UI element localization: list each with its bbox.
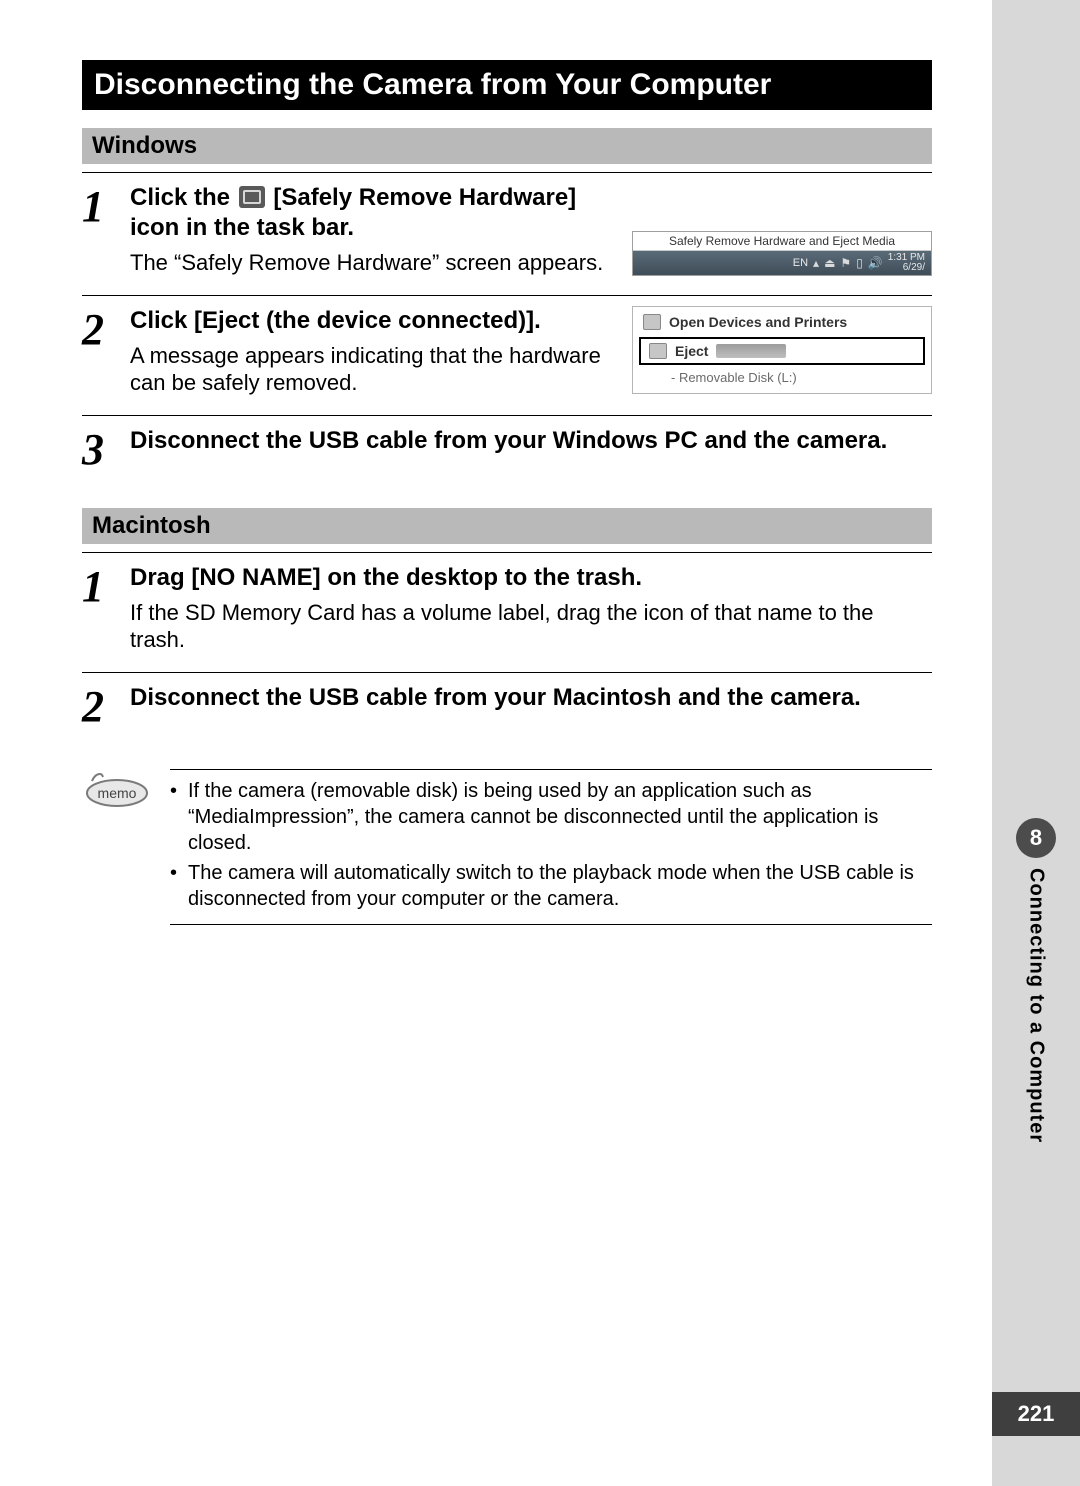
tray-date: 6/29/: [903, 262, 925, 273]
menu-row-eject-highlighted: Eject: [639, 337, 925, 365]
step-heading: Disconnect the USB cable from your Windo…: [130, 426, 932, 456]
open-devices-label: Open Devices and Printers: [669, 314, 847, 330]
tray-up-icon: ▴: [813, 256, 819, 270]
step-description: A message appears indicating that the ha…: [130, 342, 618, 397]
windows-subheader: Windows: [82, 128, 932, 164]
safely-remove-hardware-icon: [239, 186, 265, 208]
system-tray: EN ▴ ⏏ ⚑ ▯ 🔊 1:31 PM 6/29/: [633, 251, 931, 275]
step-number: 3: [82, 426, 130, 472]
memo-badge-icon: memo: [82, 769, 152, 809]
memo-block: memo •If the camera (removable disk) is …: [82, 769, 932, 925]
step: 1 Drag [NO NAME] on the desktop to the t…: [82, 553, 932, 672]
tray-network-icon: ▯: [856, 256, 863, 270]
step-number: 2: [82, 306, 130, 397]
memo-text: The camera will automatically switch to …: [188, 860, 932, 912]
step-number: 1: [82, 183, 130, 277]
balloon-tooltip-text: Safely Remove Hardware and Eject Media: [633, 232, 931, 251]
memo-item: •If the camera (removable disk) is being…: [170, 778, 932, 856]
step-number: 2: [82, 683, 130, 729]
tray-clock: 1:31 PM 6/29/: [888, 253, 925, 273]
step-heading: Click [Eject (the device connected)].: [130, 306, 618, 336]
chapter-number-badge: 8: [1016, 818, 1056, 858]
memo-list: •If the camera (removable disk) is being…: [170, 769, 932, 925]
removable-disk-label: - Removable Disk (L:): [633, 365, 931, 393]
step: 2 Disconnect the USB cable from your Mac…: [82, 672, 932, 747]
eject-label: Eject: [675, 343, 708, 359]
step-description: The “Safely Remove Hardware” screen appe…: [130, 249, 618, 277]
side-tab: 8 Connecting to a Computer: [992, 818, 1080, 1143]
tray-speaker-icon: 🔊: [868, 256, 883, 270]
screenshot-taskbar: Safely Remove Hardware and Eject Media E…: [632, 183, 932, 277]
chapter-label: Connecting to a Computer: [1025, 868, 1048, 1143]
screenshot-eject-menu: Open Devices and Printers Eject - Remova…: [632, 306, 932, 397]
page-content: Disconnecting the Camera from Your Compu…: [0, 0, 992, 1486]
step-heading: Drag [NO NAME] on the desktop to the tra…: [130, 563, 932, 593]
menu-row-open-devices: Open Devices and Printers: [633, 307, 931, 337]
tray-flag-icon: ⚑: [840, 256, 851, 270]
page-number: 221: [992, 1392, 1080, 1436]
tray-language: EN: [793, 257, 808, 269]
step-number: 1: [82, 563, 130, 654]
devices-icon: [643, 314, 661, 330]
step-heading: Disconnect the USB cable from your Macin…: [130, 683, 932, 713]
drive-icon: [649, 343, 667, 359]
step-heading: Click the [Safely Remove Hardware] icon …: [130, 183, 618, 243]
section-title: Disconnecting the Camera from Your Compu…: [82, 60, 932, 110]
page-margin-band: [992, 0, 1080, 1486]
step: 3 Disconnect the USB cable from your Win…: [82, 415, 932, 490]
device-name-blurred: [716, 344, 786, 358]
step: 2 Click [Eject (the device connected)]. …: [82, 295, 932, 415]
step: 1 Click the [Safely Remove Hardware] ico…: [82, 173, 932, 295]
memo-text: If the camera (removable disk) is being …: [188, 778, 932, 856]
memo-item: •The camera will automatically switch to…: [170, 860, 932, 912]
step-heading-pre: Click the: [130, 184, 237, 211]
tray-eject-icon: ⏏: [824, 256, 835, 270]
macintosh-subheader: Macintosh: [82, 508, 932, 544]
memo-badge-text: memo: [98, 785, 137, 801]
step-description: If the SD Memory Card has a volume label…: [130, 599, 932, 654]
